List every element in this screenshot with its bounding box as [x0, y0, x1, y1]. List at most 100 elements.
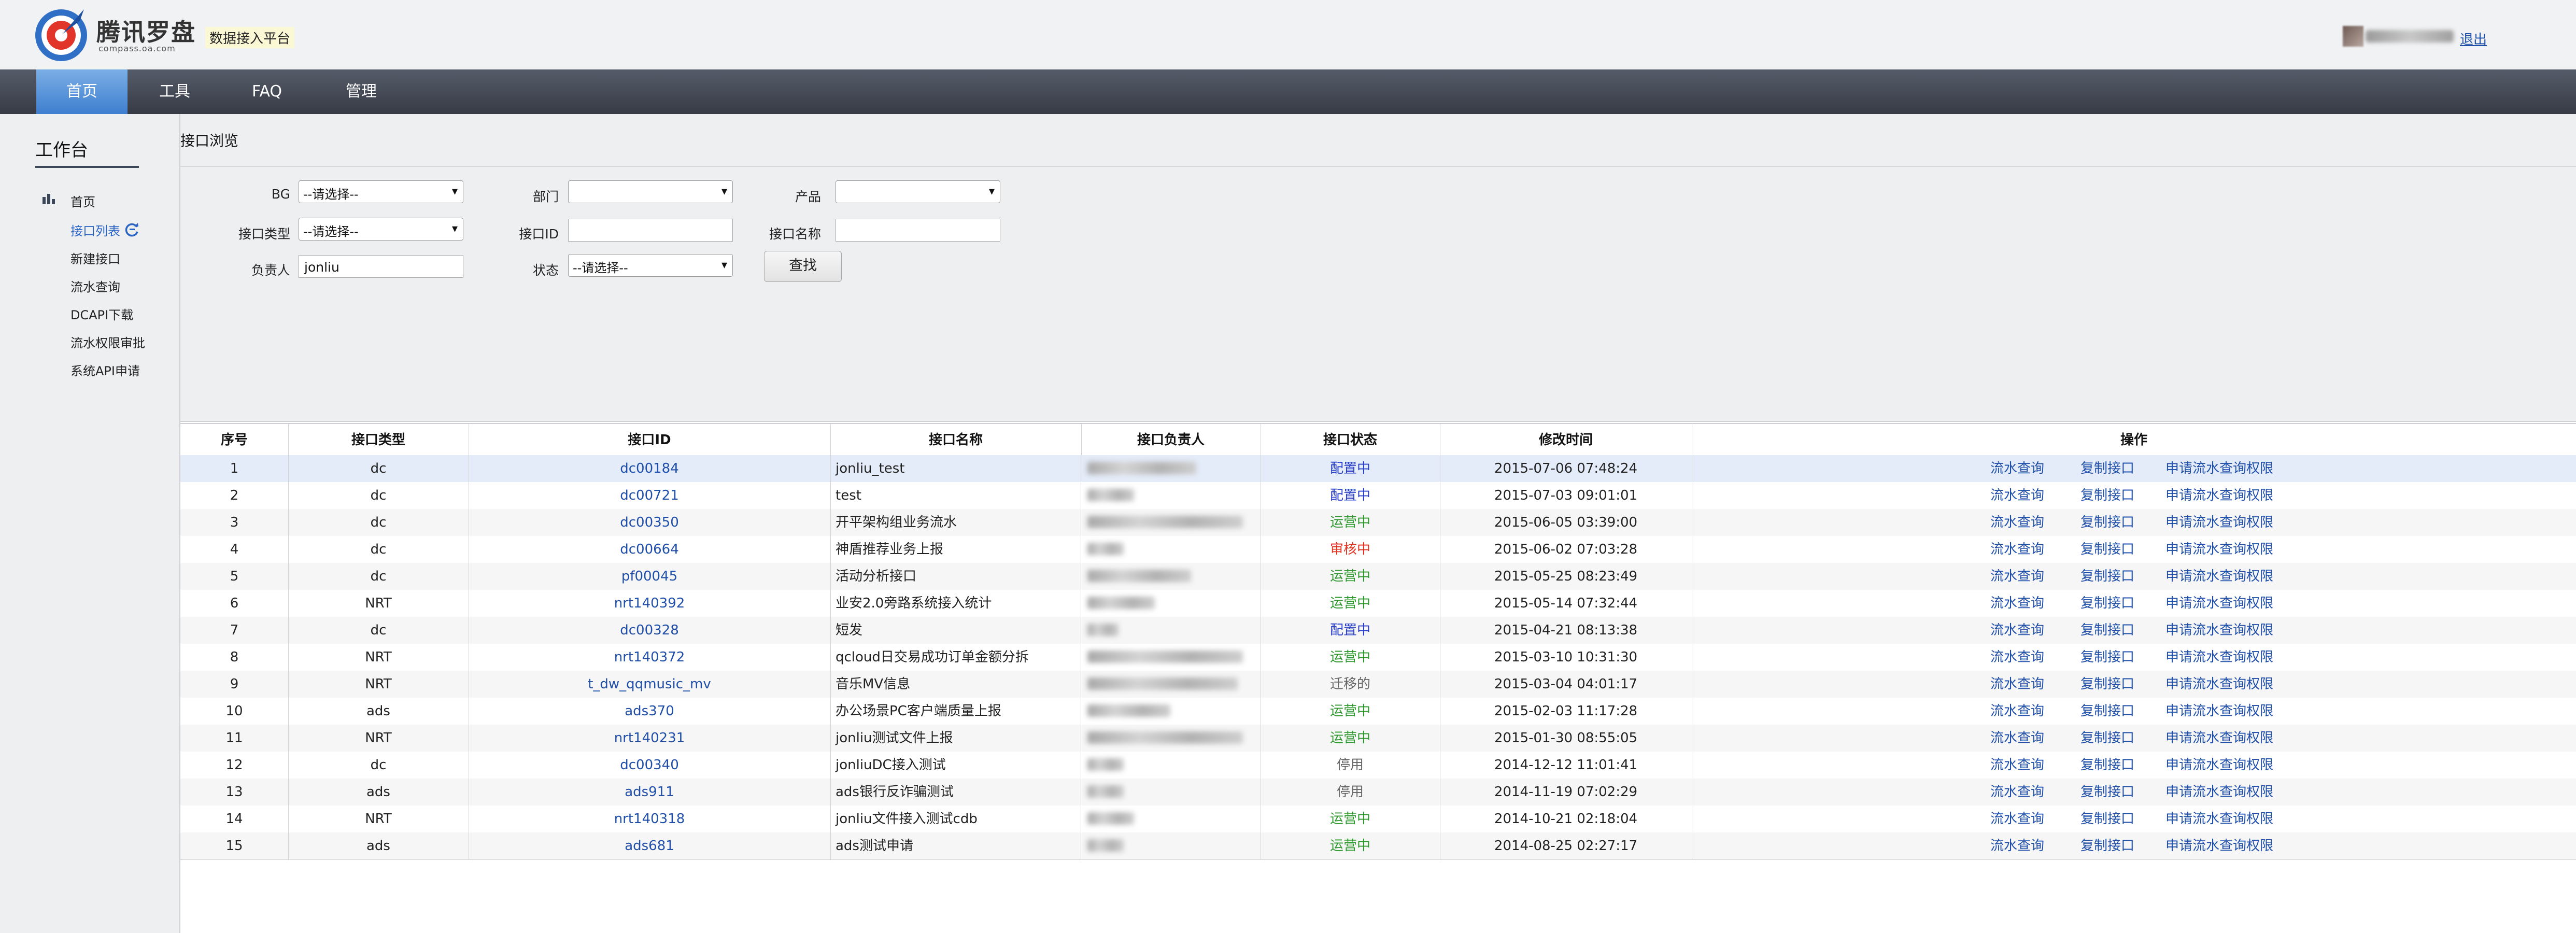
owner-redacted — [1087, 597, 1155, 609]
copy-api-link[interactable]: 复制接口 — [2080, 779, 2134, 805]
flow-query-link[interactable]: 流水查询 — [1990, 725, 2044, 752]
type-select[interactable]: --请选择-- ▾ — [299, 218, 463, 241]
request-flow-permission-link[interactable]: 申请流水查询权限 — [2165, 644, 2273, 671]
cell-type: dc — [288, 563, 469, 590]
cell-id[interactable]: t_dw_qqmusic_mv — [469, 671, 831, 698]
request-flow-permission-link[interactable]: 申请流水查询权限 — [2165, 752, 2273, 779]
copy-api-link[interactable]: 复制接口 — [2080, 644, 2134, 671]
dept-select[interactable]: ▾ — [568, 180, 733, 203]
cell-id[interactable]: nrt140372 — [469, 644, 831, 671]
owner-redacted — [1087, 624, 1119, 636]
cell-id[interactable]: dc00184 — [469, 455, 831, 482]
table-row: 5 dc pf00045 活动分析接口 运营中 2015-05-25 08:23:49 流水… — [180, 563, 2576, 590]
cell-id[interactable]: dc00340 — [469, 752, 831, 779]
cell-id[interactable]: dc00721 — [469, 482, 831, 509]
bg-select[interactable]: --请选择-- ▾ — [299, 180, 463, 203]
cell-type: ads — [288, 832, 469, 859]
copy-api-link[interactable]: 复制接口 — [2080, 509, 2134, 536]
cell-id[interactable]: pf00045 — [469, 563, 831, 590]
flow-query-link[interactable]: 流水查询 — [1990, 563, 2044, 590]
copy-api-link[interactable]: 复制接口 — [2080, 563, 2134, 590]
col-status: 接口状态 — [1261, 424, 1440, 456]
sidebar-item-system-api[interactable]: 系统API申请 — [70, 361, 140, 379]
request-flow-permission-link[interactable]: 申请流水查询权限 — [2165, 671, 2273, 698]
cell-id[interactable]: ads370 — [469, 698, 831, 725]
copy-api-link[interactable]: 复制接口 — [2080, 805, 2134, 832]
request-flow-permission-link[interactable]: 申请流水查询权限 — [2165, 832, 2273, 859]
flow-query-link[interactable]: 流水查询 — [1990, 752, 2044, 779]
bg-select-value: --请选择-- — [303, 187, 359, 202]
request-flow-permission-link[interactable]: 申请流水查询权限 — [2165, 698, 2273, 725]
nav-faq[interactable]: FAQ — [228, 69, 306, 114]
cell-id[interactable]: nrt140392 — [469, 590, 831, 617]
flow-query-link[interactable]: 流水查询 — [1990, 536, 2044, 563]
copy-api-link[interactable]: 复制接口 — [2080, 752, 2134, 779]
flow-query-link[interactable]: 流水查询 — [1990, 455, 2044, 482]
copy-api-link[interactable]: 复制接口 — [2080, 725, 2134, 752]
request-flow-permission-link[interactable]: 申请流水查询权限 — [2165, 563, 2273, 590]
cell-name: 开平架构组业务流水 — [830, 509, 1081, 536]
flow-query-link[interactable]: 流水查询 — [1990, 832, 2044, 859]
request-flow-permission-link[interactable]: 申请流水查询权限 — [2165, 482, 2273, 509]
cell-status: 运营中 — [1261, 725, 1440, 752]
request-flow-permission-link[interactable]: 申请流水查询权限 — [2165, 455, 2273, 482]
copy-api-link[interactable]: 复制接口 — [2080, 455, 2134, 482]
cell-id[interactable]: dc00664 — [469, 536, 831, 563]
flow-query-link[interactable]: 流水查询 — [1990, 671, 2044, 698]
cell-id[interactable]: nrt140318 — [469, 805, 831, 832]
cell-no: 6 — [180, 590, 289, 617]
nav-home[interactable]: 首页 — [36, 69, 128, 114]
api-name-input[interactable] — [836, 219, 1000, 242]
flow-query-link[interactable]: 流水查询 — [1990, 698, 2044, 725]
sidebar-item-flow-permission[interactable]: 流水权限审批 — [70, 333, 145, 351]
cell-id[interactable]: ads681 — [469, 832, 831, 859]
cell-type: ads — [288, 698, 469, 725]
cell-id[interactable]: ads911 — [469, 779, 831, 805]
flow-query-link[interactable]: 流水查询 — [1990, 617, 2044, 644]
copy-api-link[interactable]: 复制接口 — [2080, 698, 2134, 725]
flow-query-link[interactable]: 流水查询 — [1990, 509, 2044, 536]
copy-api-link[interactable]: 复制接口 — [2080, 671, 2134, 698]
request-flow-permission-link[interactable]: 申请流水查询权限 — [2165, 805, 2273, 832]
copy-api-link[interactable]: 复制接口 — [2080, 590, 2134, 617]
refresh-icon[interactable] — [124, 222, 140, 237]
request-flow-permission-link[interactable]: 申请流水查询权限 — [2165, 725, 2273, 752]
copy-api-link[interactable]: 复制接口 — [2080, 832, 2134, 859]
request-flow-permission-link[interactable]: 申请流水查询权限 — [2165, 617, 2273, 644]
col-id: 接口ID — [469, 424, 831, 456]
copy-api-link[interactable]: 复制接口 — [2080, 617, 2134, 644]
search-button[interactable]: 查找 — [764, 251, 842, 282]
product-select[interactable]: ▾ — [836, 180, 1000, 203]
flow-query-link[interactable]: 流水查询 — [1990, 779, 2044, 805]
flow-query-link[interactable]: 流水查询 — [1990, 805, 2044, 832]
nav-tools[interactable]: 工具 — [136, 69, 214, 114]
cell-owner — [1081, 805, 1261, 832]
logout-link[interactable]: 退出 — [2460, 29, 2487, 48]
request-flow-permission-link[interactable]: 申请流水查询权限 — [2165, 779, 2273, 805]
cell-type: NRT — [288, 805, 469, 832]
sidebar-item-api-list[interactable]: 接口列表 — [70, 221, 120, 239]
copy-api-link[interactable]: 复制接口 — [2080, 536, 2134, 563]
user-avatar[interactable] — [2343, 26, 2363, 47]
cell-id[interactable]: dc00328 — [469, 617, 831, 644]
api-id-input[interactable] — [568, 219, 733, 242]
flow-query-link[interactable]: 流水查询 — [1990, 590, 2044, 617]
request-flow-permission-link[interactable]: 申请流水查询权限 — [2165, 590, 2273, 617]
flow-query-link[interactable]: 流水查询 — [1990, 644, 2044, 671]
sidebar-item-new-api[interactable]: 新建接口 — [70, 249, 120, 267]
request-flow-permission-link[interactable]: 申请流水查询权限 — [2165, 536, 2273, 563]
cell-status: 停用 — [1261, 779, 1440, 805]
sidebar-item-dcapi-download[interactable]: DCAPI下载 — [70, 305, 133, 323]
owner-input[interactable]: jonliu — [299, 255, 463, 278]
status-select[interactable]: --请选择-- ▾ — [568, 254, 733, 277]
nav-admin[interactable]: 管理 — [322, 69, 400, 114]
sidebar-item-home[interactable]: 首页 — [70, 192, 95, 210]
cell-id[interactable]: nrt140231 — [469, 725, 831, 752]
compass-logo-icon[interactable] — [32, 5, 90, 63]
cell-id[interactable]: dc00350 — [469, 509, 831, 536]
sidebar-item-flow-query[interactable]: 流水查询 — [70, 277, 120, 295]
copy-api-link[interactable]: 复制接口 — [2080, 482, 2134, 509]
cell-no: 4 — [180, 536, 289, 563]
request-flow-permission-link[interactable]: 申请流水查询权限 — [2165, 509, 2273, 536]
flow-query-link[interactable]: 流水查询 — [1990, 482, 2044, 509]
